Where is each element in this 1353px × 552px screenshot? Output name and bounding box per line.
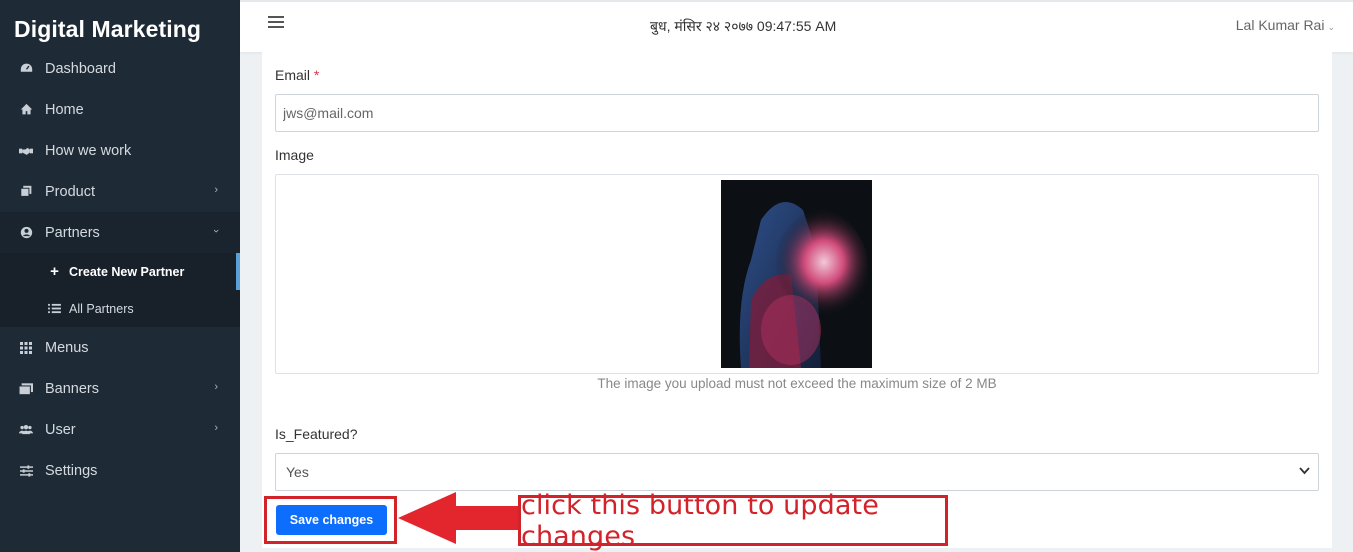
sidebar-item-label: Create New Partner [69,264,185,279]
home-icon [19,103,33,117]
sidebar-item-label: Dashboard [45,60,116,77]
is-featured-value: Yes [286,464,309,480]
chevron-down-icon [1299,463,1310,478]
sidebar-item-home[interactable]: Home [0,89,240,130]
sidebar-item-product[interactable]: Product › [0,171,240,212]
annotation-callout-text: click this button to update changes [521,489,879,552]
image-label: Image [275,147,314,163]
sidebar-item-user[interactable]: User › [0,409,240,450]
user-menu[interactable]: Lal Kumar Rai ⌄ [1236,17,1335,33]
sidebar-item-banners[interactable]: Banners › [0,368,240,409]
sidebar-item-dashboard[interactable]: Dashboard [0,48,240,89]
images-icon [19,382,33,396]
uploaded-image-preview [721,180,872,368]
menu-toggle-icon[interactable] [268,16,284,30]
email-label-text: Email [275,67,311,83]
user-name: Lal Kumar Rai [1235,17,1325,33]
sidebar-item-label: Partners [45,224,100,241]
sidebar-item-settings[interactable]: Settings [0,450,240,491]
grid-icon [19,341,33,355]
sidebar-item-label: How we work [45,142,132,159]
sidebar-item-label: User [45,421,76,438]
featured-label: Is_Featured? [275,426,358,442]
plus-icon: + [50,263,59,280]
chevron-down-icon: › [210,229,223,233]
sliders-icon [19,464,33,478]
email-label: Email * [275,67,319,83]
image-help-text: The image you upload must not exceed the… [597,376,997,391]
annotation-arrow-icon [398,492,520,544]
sidebar-item-label: Home [45,101,84,118]
partners-submenu: + Create New Partner All Partners [0,253,240,327]
topbar: बुध, मंसिर २४ २०७७ 09:47:55 AM Lal Kumar… [240,0,1353,52]
sidebar-item-partners[interactable]: Partners › [0,212,240,253]
email-field[interactable] [275,94,1319,132]
chevron-down-icon: ⌄ [1327,22,1335,32]
users-icon [19,423,33,437]
list-icon [48,303,61,314]
sidebar-item-create-new-partner[interactable]: + Create New Partner [0,253,240,290]
chevron-right-icon: › [214,184,218,196]
chevron-right-icon: › [214,381,218,393]
chevron-right-icon: › [214,422,218,434]
is-featured-select[interactable]: Yes [275,453,1319,491]
sidebar-item-label: Menus [45,339,89,356]
sidebar-item-label: Banners [45,380,100,397]
required-marker: * [313,67,320,83]
user-circle-icon [19,226,33,240]
sidebar: Digital Marketing Dashboard Home How we … [0,0,240,552]
dashboard-icon [19,62,33,76]
partner-form-card: Email * Image [262,52,1332,548]
sidebar-nav: Dashboard Home How we work Product › Par… [0,48,240,491]
sidebar-item-how-we-work[interactable]: How we work [0,130,240,171]
sidebar-item-label: Settings [45,462,98,479]
sidebar-item-menus[interactable]: Menus [0,327,240,368]
handshake-icon [19,144,33,158]
image-upload-box[interactable] [275,174,1319,374]
sidebar-item-all-partners[interactable]: All Partners [0,290,240,327]
annotation-callout: click this button to update changes [518,490,948,552]
sidebar-item-label: All Partners [69,301,134,316]
save-changes-button[interactable]: Save changes [276,505,387,535]
product-icon [19,185,33,199]
current-datetime: बुध, मंसिर २४ २०७७ 09:47:55 AM [650,18,837,34]
sidebar-item-label: Product [45,183,95,200]
